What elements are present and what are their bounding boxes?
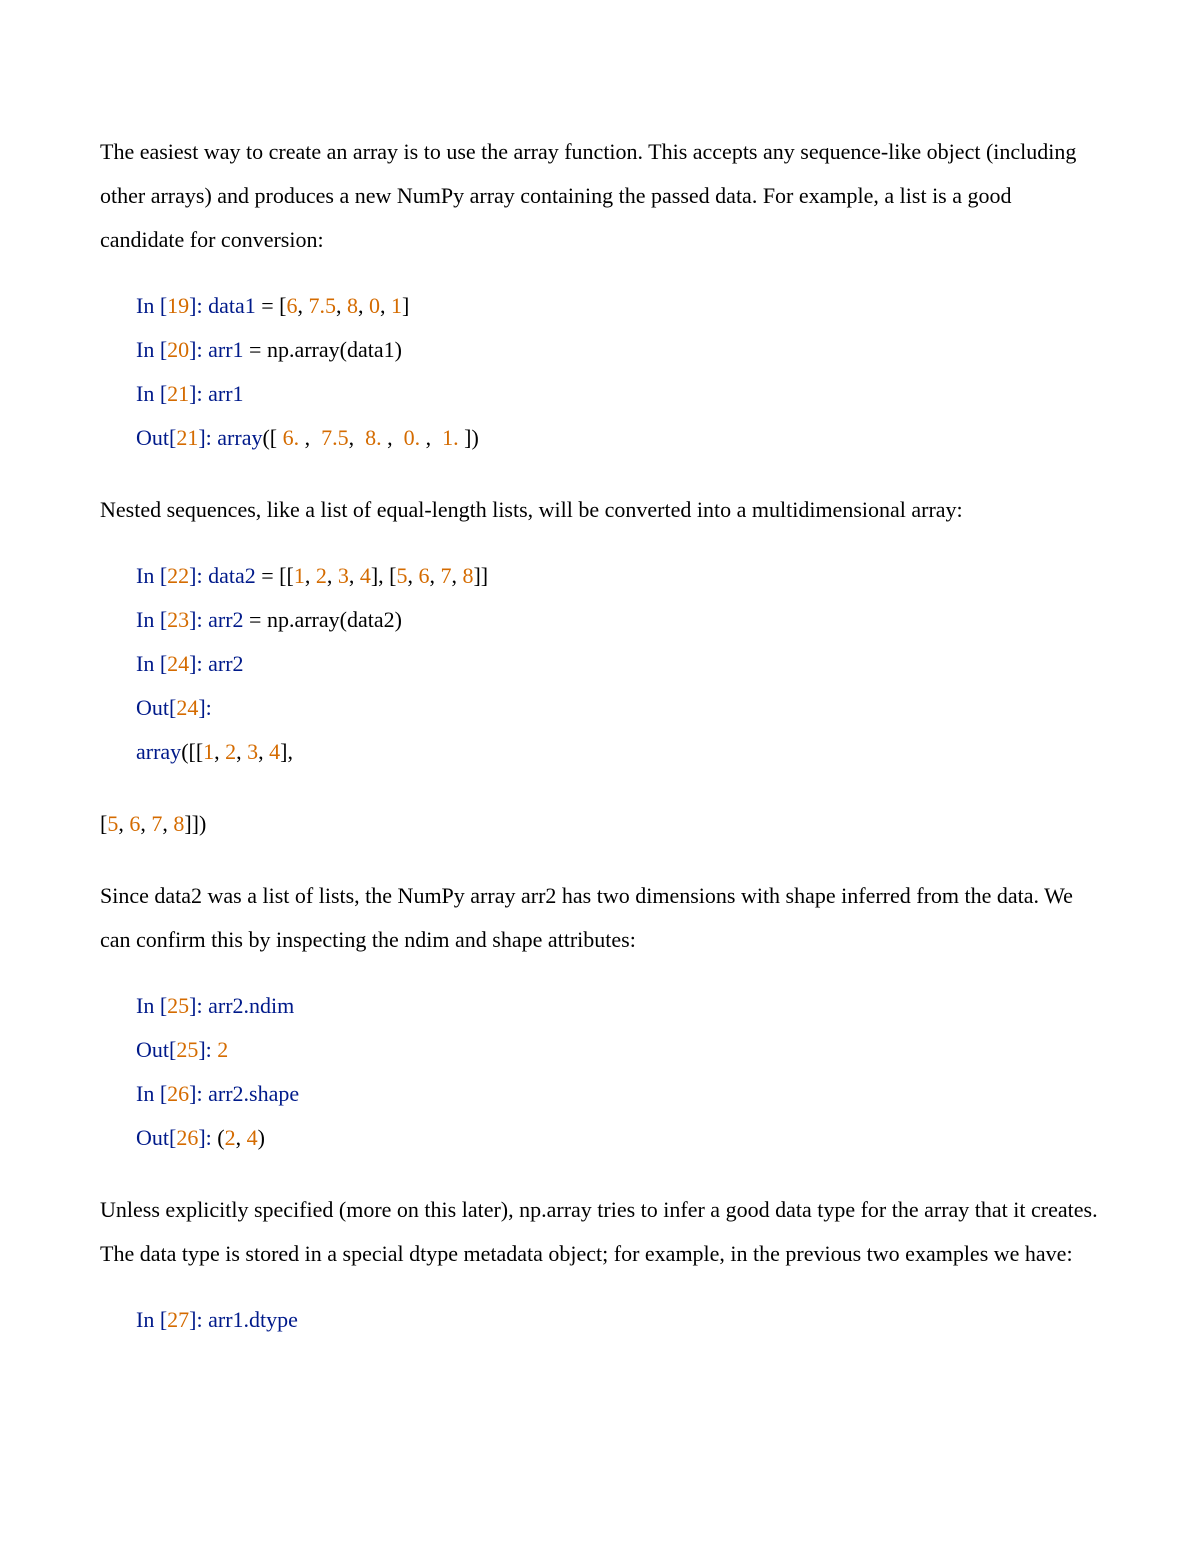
code-line: In [26]: arr2.shape [136, 1072, 1100, 1116]
paragraph-nested: Nested sequences, like a list of equal-l… [100, 488, 1100, 532]
code-block-2: In [22]: data2 = [[1, 2, 3, 4], [5, 6, 7… [100, 554, 1100, 774]
code-block-4: In [27]: arr1.dtype [100, 1298, 1100, 1342]
code-line: In [25]: arr2.ndim [136, 984, 1100, 1028]
paragraph-dtype: Unless explicitly specified (more on thi… [100, 1188, 1100, 1276]
paragraph-intro: The easiest way to create an array is to… [100, 130, 1100, 262]
code-line: Out[21]: array([ 6. , 7.5, 8. , 0. , 1. … [136, 416, 1100, 460]
code-line: Out[24]: [136, 686, 1100, 730]
code-line-flush: [5, 6, 7, 8]]) [100, 802, 1100, 846]
code-line: In [19]: data1 = [6, 7.5, 8, 0, 1] [136, 284, 1100, 328]
code-line: In [20]: arr1 = np.array(data1) [136, 328, 1100, 372]
code-block-3: In [25]: arr2.ndim Out[25]: 2 In [26]: a… [100, 984, 1100, 1160]
paragraph-shape: Since data2 was a list of lists, the Num… [100, 874, 1100, 962]
code-line: Out[25]: 2 [136, 1028, 1100, 1072]
code-line: In [23]: arr2 = np.array(data2) [136, 598, 1100, 642]
code-line: In [24]: arr2 [136, 642, 1100, 686]
document-page: The easiest way to create an array is to… [0, 0, 1200, 1553]
code-line: In [27]: arr1.dtype [136, 1298, 1100, 1342]
code-line: In [21]: arr1 [136, 372, 1100, 416]
code-line: In [22]: data2 = [[1, 2, 3, 4], [5, 6, 7… [136, 554, 1100, 598]
code-line: Out[26]: (2, 4) [136, 1116, 1100, 1160]
code-block-1: In [19]: data1 = [6, 7.5, 8, 0, 1] In [2… [100, 284, 1100, 460]
code-line: array([[1, 2, 3, 4], [136, 730, 1100, 774]
